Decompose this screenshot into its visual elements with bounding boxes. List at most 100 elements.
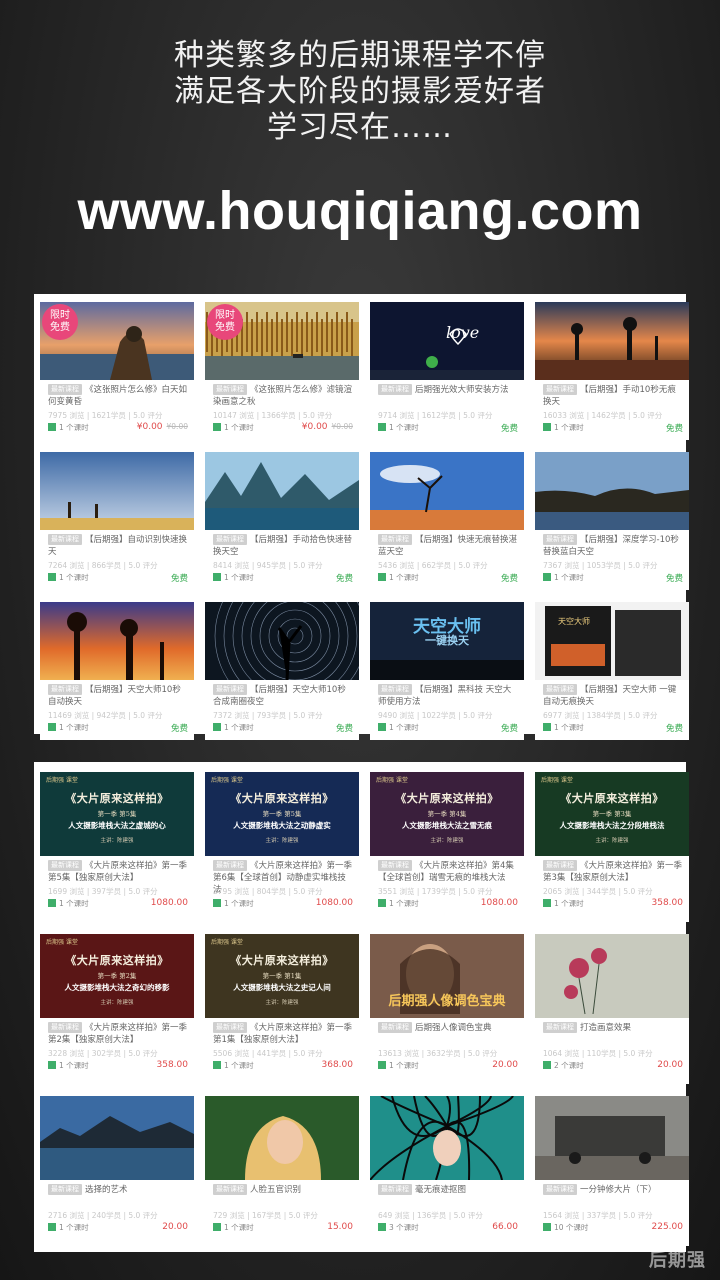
course-thumbnail[interactable]: [40, 602, 194, 680]
course-thumbnail[interactable]: 天空大师: [535, 602, 689, 680]
course-title[interactable]: 最新课程 【后期强】黑科技 天空大师使用方法: [378, 684, 518, 708]
course-card[interactable]: 后期强 课堂 《大片原来这样拍》 第一季 第2集 人文摄影堆栈大法之奇幻的移影 主讲：陈…: [40, 934, 194, 1084]
course-title[interactable]: 最新课程 后期强光效大师安装方法: [378, 384, 518, 396]
course-price: 免费: [171, 572, 188, 584]
course-price: 1080.00: [316, 898, 353, 908]
course-thumbnail[interactable]: 后期强 课堂 《大片原来这样拍》 第一季 第3集 人文摄影堆栈大法之分段堆栈法 主讲：陈…: [535, 772, 689, 856]
course-title[interactable]: 最新课程 【后期强】快速无痕替换湛蓝天空: [378, 534, 518, 558]
course-card[interactable]: 最新课程 【后期强】天空大师10秒合成南圈夜空 7372 浏览 | 793学员 | …: [205, 602, 359, 740]
course-title[interactable]: 最新课程 【后期强】深度学习-10秒替换蓝白天空: [543, 534, 683, 558]
new-course-tag: 最新课程: [378, 534, 412, 545]
new-course-tag: 最新课程: [48, 860, 82, 871]
course-card[interactable]: 限时 免费 最新课程 《这张照片怎么修》滤镜渲染画意之秋 10147 浏览 | 1366…: [205, 302, 359, 440]
course-title[interactable]: 最新课程 【后期强】天空大师10秒合成南圈夜空: [213, 684, 353, 708]
course-thumbnail[interactable]: [370, 1096, 524, 1180]
course-thumbnail[interactable]: 后期强人像调色宝典: [370, 934, 524, 1018]
cover-episode: 第一季 第4集: [427, 810, 467, 818]
course-thumbnail[interactable]: [40, 452, 194, 530]
course-stats: 9490 浏览 | 1022学员 | 5.0 评分: [378, 711, 493, 720]
course-card[interactable]: 最新课程 毫无痕迹抠图 649 浏览 | 136学员 | 5.0 评分 3 个课时 66…: [370, 1096, 524, 1246]
course-thumbnail[interactable]: 限时 免费: [40, 302, 194, 380]
course-thumbnail[interactable]: 后期强 课堂 《大片原来这样拍》 第一季 第1集 人文摄影堆栈大法之史记人间 主讲：陈建…: [205, 934, 359, 1018]
course-price: 1080.00: [481, 898, 518, 908]
course-card[interactable]: 最新课程 人脸五官识别 729 浏览 | 167学员 | 5.0 评分 1 个课时 15…: [205, 1096, 359, 1246]
course-thumbnail[interactable]: [205, 1096, 359, 1180]
course-thumbnail[interactable]: 后期强 课堂 《大片原来这样拍》 第一季 第5集 人文摄影堆栈大法之虚城的心 主讲：陈建…: [40, 772, 194, 856]
course-title[interactable]: 最新课程 一分钟修大片（下）: [543, 1184, 683, 1196]
course-thumbnail[interactable]: [370, 452, 524, 530]
course-card[interactable]: 最新课程 【后期强】快速无痕替换湛蓝天空 5436 浏览 | 662学员 | 5.0…: [370, 452, 524, 590]
cover-subtitle: 人文摄影堆栈大法之分段堆栈法: [559, 821, 665, 830]
course-footer: 1 个课时 1080.00: [48, 898, 188, 910]
course-thumbnail[interactable]: love: [370, 302, 524, 380]
course-title[interactable]: 最新课程 《大片原来这样拍》第一季第1集【独家原创大法】: [213, 1022, 353, 1046]
lesson-icon: [543, 1223, 551, 1231]
course-stats: 729 浏览 | 167学员 | 5.0 评分: [213, 1211, 318, 1220]
course-thumbnail[interactable]: [205, 602, 359, 680]
course-title[interactable]: 最新课程 《大片原来这样拍》第一季第5集【独家原创大法】: [48, 860, 188, 884]
course-title[interactable]: 最新课程 【后期强】天空大师 一键自动无痕换天: [543, 684, 683, 708]
course-card[interactable]: 最新课程 打造画意效果 1064 浏览 | 110学员 | 5.0 评分 2 个课时 2…: [535, 934, 689, 1084]
course-card[interactable]: 后期强 课堂 《大片原来这样拍》 第一季 第1集 人文摄影堆栈大法之史记人间 主讲：陈建…: [205, 934, 359, 1084]
course-thumbnail[interactable]: [535, 452, 689, 530]
course-card[interactable]: 天空大师 一键换天最新课程 【后期强】黑科技 天空大师使用方法 9490 浏览 | 1…: [370, 602, 524, 740]
course-thumbnail[interactable]: 限时 免费: [205, 302, 359, 380]
limited-free-badge: 限时 免费: [42, 304, 78, 340]
course-thumbnail[interactable]: [535, 934, 689, 1018]
course-title[interactable]: 最新课程 人脸五官识别: [213, 1184, 353, 1196]
course-title[interactable]: 最新课程 后期强人像调色宝典: [378, 1022, 518, 1034]
course-title[interactable]: 最新课程 《大片原来这样拍》第一季第3集【独家原创大法】: [543, 860, 683, 884]
course-stats: 13613 浏览 | 3632学员 | 5.0 评分: [378, 1049, 498, 1058]
course-thumbnail[interactable]: 后期强 课堂 《大片原来这样拍》 第一季 第5集 人文摄影堆栈大法之动静虚实 主讲：陈建…: [205, 772, 359, 856]
course-card[interactable]: 后期强 课堂 《大片原来这样拍》 第一季 第5集 人文摄影堆栈大法之虚城的心 主讲：陈建…: [40, 772, 194, 922]
course-card[interactable]: 后期强人像调色宝典最新课程 后期强人像调色宝典 13613 浏览 | 3632学员 …: [370, 934, 524, 1084]
course-card[interactable]: 后期强 课堂 《大片原来这样拍》 第一季 第5集 人文摄影堆栈大法之动静虚实 主讲：陈建…: [205, 772, 359, 922]
new-course-tag: 最新课程: [48, 1022, 82, 1033]
lesson-count: 1 个课时: [389, 723, 419, 732]
course-title[interactable]: 最新课程 【后期强】天空大师10秒自动换天: [48, 684, 188, 708]
course-footer: 1 个课时 358.00: [48, 1060, 188, 1072]
course-title[interactable]: 最新课程 《这张照片怎么修》白天如何变黄昏: [48, 384, 188, 408]
cover-logo: 后期强 课堂: [46, 777, 78, 784]
course-title[interactable]: 最新课程 《这张照片怎么修》滤镜渲染画意之秋: [213, 384, 353, 408]
course-card[interactable]: love 最新课程 后期强光效大师安装方法 9714 浏览 | 1612学员 | 5.…: [370, 302, 524, 440]
lesson-count: 1 个课时: [59, 1223, 89, 1232]
course-thumbnail[interactable]: [205, 452, 359, 530]
new-course-tag: 最新课程: [543, 1184, 577, 1195]
course-card[interactable]: 最新课程 【后期强】自动识别快速换天 7264 浏览 | 866学员 | 5.0 评…: [40, 452, 194, 590]
price-value: 免费: [500, 424, 518, 434]
course-stats: 8414 浏览 | 945学员 | 5.0 评分: [213, 561, 323, 570]
course-title[interactable]: 最新课程 毫无痕迹抠图: [378, 1184, 518, 1196]
course-thumbnail[interactable]: 后期强 课堂 《大片原来这样拍》 第一季 第2集 人文摄影堆栈大法之奇幻的移影 主讲：陈…: [40, 934, 194, 1018]
course-card[interactable]: 天空大师 最新课程 【后期强】天空大师 一键自动无痕换天 6977 浏览 | 1384…: [535, 602, 689, 740]
course-card[interactable]: 最新课程 选择的艺术 2716 浏览 | 240学员 | 5.0 评分 1 个课时 20…: [40, 1096, 194, 1246]
course-stats: 5506 浏览 | 441学员 | 5.0 评分: [213, 1049, 323, 1058]
course-card[interactable]: 限时 免费 最新课程 《这张照片怎么修》白天如何变黄昏 7975 浏览 | 1621学员…: [40, 302, 194, 440]
website-url[interactable]: www.houqiqiang.com: [0, 180, 720, 242]
course-card[interactable]: 后期强 课堂 《大片原来这样拍》 第一季 第3集 人文摄影堆栈大法之分段堆栈法 主讲：陈…: [535, 772, 689, 922]
course-thumbnail[interactable]: [40, 1096, 194, 1180]
course-card[interactable]: 最新课程 【后期强】天空大师10秒自动换天 11469 浏览 | 942学员 | 5…: [40, 602, 194, 740]
course-title[interactable]: 最新课程 打造画意效果: [543, 1022, 683, 1034]
course-card[interactable]: 后期强 课堂 《大片原来这样拍》 第一季 第4集 人文摄影堆栈大法之雪无痕 主讲：陈建强…: [370, 772, 524, 922]
course-card[interactable]: 最新课程 一分钟修大片（下） 1564 浏览 | 337学员 | 5.0 评分 10 …: [535, 1096, 689, 1246]
course-title[interactable]: 最新课程 选择的艺术: [48, 1184, 188, 1196]
course-title[interactable]: 最新课程 【后期强】手动10秒无痕换天: [543, 384, 683, 408]
course-thumbnail[interactable]: 后期强 课堂 《大片原来这样拍》 第一季 第4集 人文摄影堆栈大法之雪无痕 主讲：陈建强: [370, 772, 524, 856]
course-thumbnail[interactable]: 天空大师 一键换天: [370, 602, 524, 680]
cover-episode: 第一季 第2集: [97, 972, 137, 980]
lesson-count: 1 个课时: [59, 899, 89, 908]
course-card[interactable]: 最新课程 【后期强】深度学习-10秒替换蓝白天空 7367 浏览 | 1053学员 …: [535, 452, 689, 590]
course-title[interactable]: 最新课程 《大片原来这样拍》第一季第2集【独家原创大法】: [48, 1022, 188, 1046]
course-title[interactable]: 最新课程 《大片原来这样拍》第4集【全球首创】瑞雪无痕的堆栈大法: [378, 860, 518, 884]
price-value: ¥0.00: [301, 422, 328, 432]
course-price: 免费: [666, 722, 683, 734]
course-title[interactable]: 最新课程 【后期强】自动识别快速换天: [48, 534, 188, 558]
course-title[interactable]: 最新课程 【后期强】手动拾色快速替换天空: [213, 534, 353, 558]
course-thumbnail[interactable]: [535, 1096, 689, 1180]
course-title-text: 选择的艺术: [85, 1185, 128, 1195]
lesson-icon: [378, 899, 386, 907]
course-thumbnail[interactable]: [535, 302, 689, 380]
course-card[interactable]: 最新课程 【后期强】手动拾色快速替换天空 8414 浏览 | 945学员 | 5.0…: [205, 452, 359, 590]
course-card[interactable]: 最新课程 【后期强】手动10秒无痕换天 16033 浏览 | 1462学员 | 5.…: [535, 302, 689, 440]
